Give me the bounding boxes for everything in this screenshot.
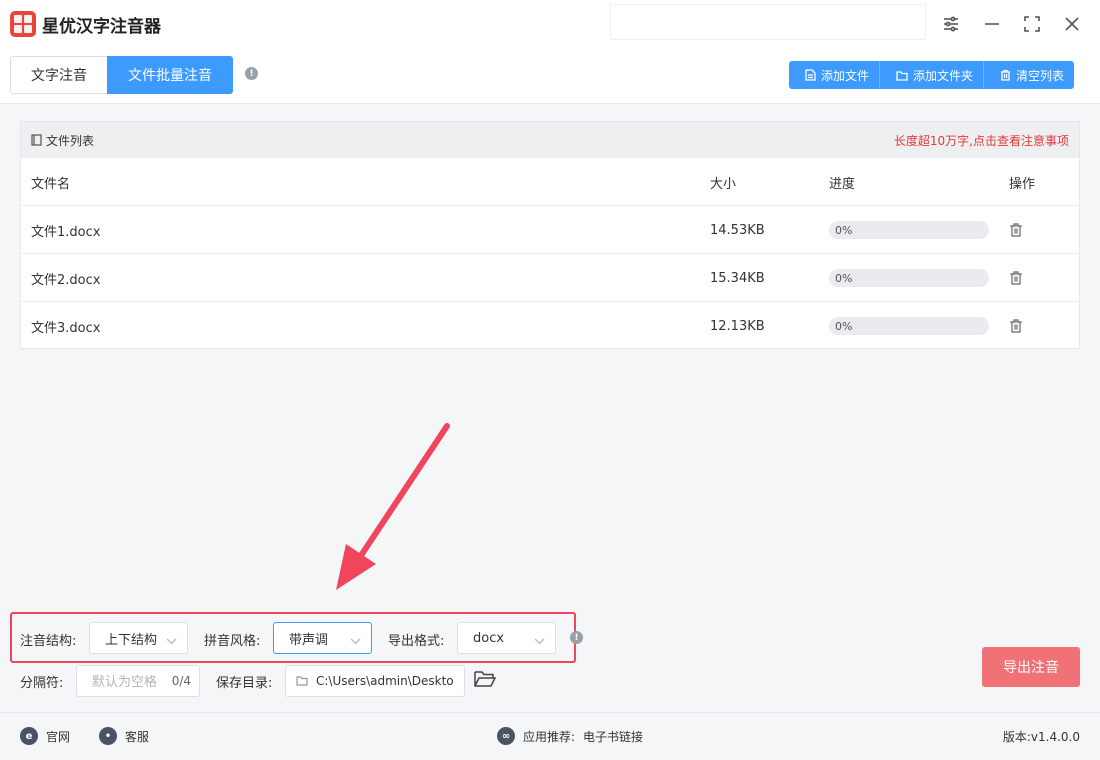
file-icon [805, 69, 816, 81]
progress-label: 0% [835, 319, 853, 333]
delete-row-button[interactable] [1009, 254, 1023, 302]
add-file-button[interactable]: 添加文件 [789, 61, 881, 89]
separator-field: 0/4 [76, 665, 200, 697]
table-row: 文件2.docx 15.34KB 0% [21, 254, 1079, 302]
table-header-row: 文件名 大小 进度 操作 [21, 158, 1079, 206]
website-label: 官网 [46, 729, 71, 744]
file-name: 文件3.docx [31, 320, 101, 336]
file-list-title: 文件列表 [46, 133, 95, 148]
file-name: 文件2.docx [31, 272, 101, 288]
clear-list-button[interactable]: 清空列表 [984, 61, 1075, 89]
website-link[interactable]: e 官网 [20, 727, 70, 745]
file-size: 15.34KB [710, 270, 765, 286]
save-dir-label: 保存目录: [216, 676, 273, 691]
export-format-select[interactable]: docx [457, 622, 556, 654]
app-title: 星优汉字注音器 [42, 17, 161, 37]
maximize-icon[interactable] [1018, 10, 1046, 38]
trash-icon [1010, 319, 1022, 333]
info-icon[interactable]: ! [570, 631, 583, 644]
separator-input[interactable] [77, 666, 161, 696]
column-header-name: 文件名 [31, 176, 71, 192]
ie-icon: e [20, 727, 38, 745]
progress-bar: 0% [829, 317, 989, 335]
tab-bar: 文字注音 文件批量注音 ! 添加文件 添加文件夹 清空列表 [0, 48, 1100, 104]
export-button[interactable]: 导出注音 [982, 647, 1080, 687]
file-name: 文件1.docx [31, 224, 101, 240]
folder-icon [296, 676, 308, 686]
progress-bar: 0% [829, 221, 989, 239]
separator-char-count: 0/4 [171, 674, 191, 688]
footer-bar: e 官网 • 客服 ∞ 应用推荐: 电子书链接 版本:v1.4.0.0 [0, 712, 1100, 760]
minimize-icon[interactable] [978, 10, 1006, 38]
column-header-progress: 进度 [829, 176, 856, 192]
add-folder-label: 添加文件夹 [913, 68, 974, 83]
export-format-value: docx [473, 630, 505, 646]
table-row: 文件1.docx 14.53KB 0% [21, 206, 1079, 254]
file-list-panel: 文件列表 长度超10万字,点击查看注意事项 文件名 大小 进度 操作 文件1.d… [20, 121, 1080, 349]
length-notice-link[interactable]: 长度超10万字,点击查看注意事项 [894, 132, 1069, 149]
link-icon: ∞ [497, 727, 515, 745]
chevron-down-icon [166, 634, 177, 649]
table-row: 文件3.docx 12.13KB 0% [21, 302, 1079, 350]
close-icon[interactable] [1058, 10, 1086, 38]
settings-icon[interactable] [937, 10, 965, 38]
recommend-section: ∞ 应用推荐: 电子书链接 [497, 727, 643, 745]
title-bar: 星优汉字注音器 [0, 0, 1100, 48]
style-label: 拼音风格: [204, 634, 261, 649]
save-dir-field[interactable]: C:\Users\admin\Deskto [285, 665, 465, 697]
list-icon [31, 134, 42, 146]
column-header-action: 操作 [1009, 176, 1036, 192]
add-folder-button[interactable]: 添加文件夹 [880, 61, 985, 89]
structure-value: 上下结构 [105, 632, 158, 648]
toolbar-buttons: 添加文件 添加文件夹 清空列表 [789, 61, 1075, 89]
support-label: 客服 [125, 729, 150, 744]
column-header-size: 大小 [710, 176, 737, 192]
progress-label: 0% [835, 223, 853, 237]
file-list-header: 文件列表 长度超10万字,点击查看注意事项 [21, 122, 1079, 158]
trash-icon [1010, 223, 1022, 237]
recommend-label: 应用推荐: [523, 729, 576, 744]
tab-text-annotation[interactable]: 文字注音 [10, 56, 107, 94]
chevron-down-icon [534, 634, 545, 649]
info-icon[interactable]: ! [245, 67, 258, 80]
clear-list-label: 清空列表 [1016, 68, 1065, 83]
file-size: 14.53KB [710, 222, 765, 238]
browse-folder-button[interactable] [474, 670, 497, 692]
pinyin-style-value: 带声调 [289, 632, 329, 648]
folder-icon [896, 70, 908, 81]
ebook-link[interactable]: 电子书链接 [583, 728, 643, 745]
chevron-down-icon [350, 634, 361, 649]
app-logo [10, 11, 36, 37]
tab-batch-annotation[interactable]: 文件批量注音 [107, 56, 233, 94]
version-label: 版本:v1.4.0.0 [1002, 730, 1080, 744]
support-link[interactable]: • 客服 [99, 727, 149, 745]
progress-bar: 0% [829, 269, 989, 287]
progress-label: 0% [835, 271, 853, 285]
trash-icon [1001, 69, 1011, 81]
delete-row-button[interactable] [1009, 302, 1023, 350]
structure-select[interactable]: 上下结构 [89, 622, 188, 654]
annotation-arrow [336, 423, 450, 590]
open-folder-icon [474, 671, 497, 687]
structure-label: 注音结构: [20, 634, 77, 649]
add-file-label: 添加文件 [821, 68, 870, 83]
pinyin-style-select[interactable]: 带声调 [273, 622, 372, 654]
trash-icon [1010, 271, 1022, 285]
separator-label: 分隔符: [20, 676, 64, 691]
delete-row-button[interactable] [1009, 206, 1023, 254]
format-label: 导出格式: [388, 634, 445, 649]
file-size: 12.13KB [710, 318, 765, 334]
title-search-field[interactable] [610, 4, 926, 40]
chat-icon: • [99, 727, 117, 745]
save-dir-value: C:\Users\admin\Deskto [316, 674, 454, 688]
